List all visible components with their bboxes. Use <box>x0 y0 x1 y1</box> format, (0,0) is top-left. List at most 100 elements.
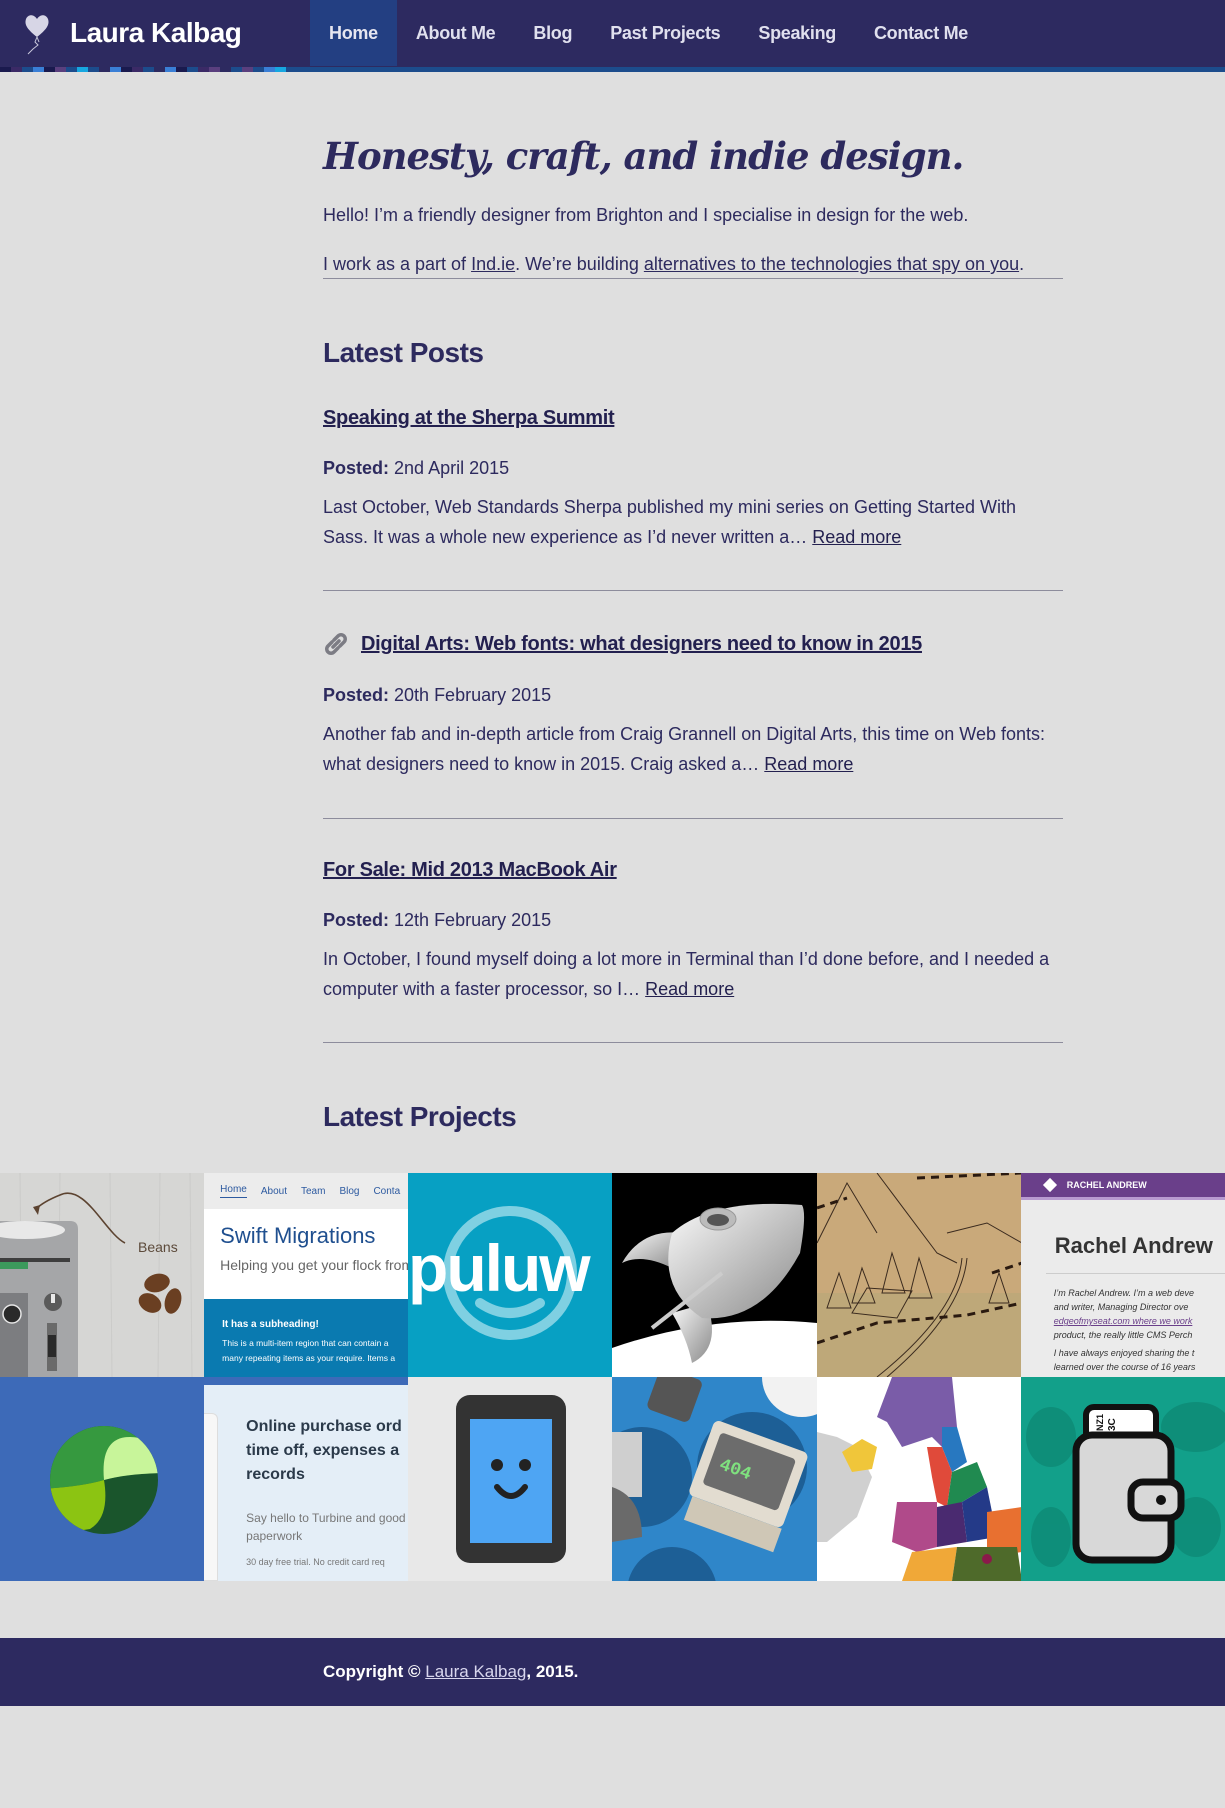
copyright-text: Copyright © <box>323 1662 426 1682</box>
project-tile-rocket[interactable] <box>612 1173 817 1378</box>
stripe-segment <box>132 67 143 72</box>
turbine-heading-line: records <box>246 1466 305 1484</box>
site-header: Laura Kalbag Home About Me Blog Past Pro… <box>0 0 1225 72</box>
nav-contact-me[interactable]: Contact Me <box>855 0 987 66</box>
main-nav: Home About Me Blog Past Projects Speakin… <box>310 0 987 66</box>
diamond-logo-icon <box>1042 1178 1057 1193</box>
post-title-link[interactable]: Speaking at the Sherpa Summit <box>323 407 615 430</box>
post-excerpt: Last October, Web Standards Sherpa publi… <box>323 493 1063 552</box>
post-excerpt-text: Another fab and in-depth article from Cr… <box>323 724 1046 775</box>
intro-text: . We’re building <box>515 254 644 275</box>
stripe-segment <box>121 67 132 72</box>
project-tile-rachel-andrew[interactable]: RACHEL ANDREW Rachel Andrew I’m Rachel A… <box>1020 1173 1225 1378</box>
stripe-segment <box>66 67 77 72</box>
stripe-segment <box>231 67 242 72</box>
nav-blog[interactable]: Blog <box>514 0 591 66</box>
intro-section: Honesty, craft, and indie design. Hello!… <box>323 132 1063 278</box>
footer-author-link[interactable]: Laura Kalbag <box>425 1662 526 1681</box>
swift-band-title: It has a subheading! <box>222 1319 319 1331</box>
stripe-segment <box>88 67 99 72</box>
nav-about-me[interactable]: About Me <box>397 0 515 66</box>
intro-text: I work as a part of <box>323 254 472 275</box>
project-tile-404-computers[interactable]: 404 <box>612 1377 817 1582</box>
post-excerpt-text: Last October, Web Standards Sherpa publi… <box>323 497 1017 547</box>
hand-drawn-map-illustration <box>816 1173 1021 1378</box>
rachel-andrew-bar-label: RACHEL ANDREW <box>1066 1180 1147 1191</box>
intro-text: . <box>1019 254 1025 275</box>
project-tile-puluw[interactable]: puluw <box>408 1173 613 1378</box>
nav-past-projects[interactable]: Past Projects <box>591 0 739 66</box>
post-title-link[interactable]: Digital Arts: Web fonts: what designers … <box>361 633 922 656</box>
puluw-wordmark: puluw <box>408 1231 591 1305</box>
copyright-year: , 2015. <box>526 1662 579 1682</box>
post-excerpt: In October, I found myself doing a lot m… <box>323 945 1063 1004</box>
bio-line: edgeofmyseat.com where we work <box>1053 1316 1193 1327</box>
project-tile-swift-migrations[interactable]: Home About Team Blog Conta Swift Migrati… <box>204 1173 409 1378</box>
post-meta: Posted: 20th February 2015 <box>323 685 1063 706</box>
project-tile-turbine[interactable]: Online purchase ord time off, expenses a… <box>204 1377 409 1582</box>
turbine-heading-line: Online purchase ord <box>246 1418 402 1436</box>
page-tagline: Honesty, craft, and indie design. <box>323 134 964 178</box>
post-title: For Sale: Mid 2013 MacBook Air <box>323 859 1063 882</box>
stripe-segment <box>0 67 11 72</box>
bio-line: product, the really little CMS Perch <box>1053 1330 1193 1341</box>
header-color-stripe <box>0 67 1225 72</box>
project-tile-uk-map[interactable] <box>816 1377 1021 1582</box>
read-more-link[interactable]: Read more <box>645 979 734 999</box>
turbine-heading: Online purchase ord time off, expenses a… <box>246 1415 402 1487</box>
turbine-note: 30 day free trial. No credit card req <box>246 1557 385 1568</box>
rachel-andrew-bio: I’m Rachel Andrew. I’m a web deve and wr… <box>1021 1274 1225 1374</box>
latest-projects-title: Latest Projects <box>323 1101 517 1133</box>
indie-link[interactable]: Ind.ie <box>471 254 515 274</box>
swift-heading: Swift Migrations <box>220 1223 376 1249</box>
site-name: Laura Kalbag <box>70 17 242 48</box>
turbine-subtext-line: Say hello to Turbine and good <box>246 1511 406 1526</box>
alternatives-link[interactable]: alternatives to the technologies that sp… <box>644 254 1019 274</box>
swift-nav-item: Home <box>220 1184 247 1199</box>
posted-label: Posted: <box>323 458 390 479</box>
copyright: Copyright © Laura Kalbag, 2015. <box>0 1638 1225 1706</box>
read-more-link[interactable]: Read more <box>764 754 853 774</box>
chain-link-icon <box>325 633 347 656</box>
post-item: Speaking at the Sherpa Summit Posted: 2n… <box>323 369 1063 590</box>
post-meta: Posted: 12th February 2015 <box>323 910 1063 931</box>
nav-speaking[interactable]: Speaking <box>739 0 855 66</box>
swift-subheading: Helping you get your flock from <box>220 1257 409 1274</box>
read-more-link[interactable]: Read more <box>812 527 901 547</box>
coffee-machine-illustration: Beans <box>0 1173 205 1378</box>
posts-list: Speaking at the Sherpa Summit Posted: 2n… <box>323 369 1063 1044</box>
stripe-segment <box>209 67 220 72</box>
stripe-segment <box>44 67 55 72</box>
stripe-segment <box>220 67 231 72</box>
stripe-segment <box>110 67 121 72</box>
stripe-segment <box>187 67 198 72</box>
nav-home[interactable]: Home <box>310 0 397 66</box>
intro-paragraph-1: Hello! I’m a friendly designer from Brig… <box>323 205 969 226</box>
stripe-segment <box>22 67 33 72</box>
stripe-segment <box>11 67 22 72</box>
project-tile-smiling-phone[interactable] <box>408 1377 613 1582</box>
swift-band-text: This is a multi-item region that can con… <box>222 1338 389 1349</box>
project-tile-green-sphere[interactable] <box>0 1377 205 1582</box>
heart-balloon-logo-icon <box>25 15 49 55</box>
post-title: Digital Arts: Web fonts: what designers … <box>323 631 1063 657</box>
turbine-card-edge <box>204 1413 219 1582</box>
rachel-andrew-bar: RACHEL ANDREW <box>1020 1173 1225 1201</box>
rocket-illustration <box>612 1204 817 1378</box>
puluw-logo: puluw <box>408 1206 594 1341</box>
project-tile-coffee-machine[interactable]: Beans <box>0 1173 205 1378</box>
site-brand-link[interactable]: Laura Kalbag <box>22 0 242 66</box>
site-footer: Copyright © Laura Kalbag, 2015. <box>0 1638 1225 1707</box>
project-tile-wallet-app[interactable]: NZ1 3C <box>1020 1377 1225 1582</box>
project-tile-hand-drawn-map[interactable] <box>816 1173 1021 1378</box>
stripe-segment <box>253 67 264 72</box>
wallet-app-icon: NZ1 3C <box>1020 1377 1225 1582</box>
stripe-segment <box>165 67 176 72</box>
ticket-text: 3C <box>1107 1418 1118 1431</box>
intro-paragraph-2: I work as a part of Ind.ie. We’re buildi… <box>323 251 1063 278</box>
stripe-segment <box>242 67 253 72</box>
post-title: Speaking at the Sherpa Summit <box>323 407 1063 430</box>
swift-nav-item: Conta <box>373 1185 401 1197</box>
stripe-segment <box>143 67 154 72</box>
post-title-link[interactable]: For Sale: Mid 2013 MacBook Air <box>323 859 617 882</box>
